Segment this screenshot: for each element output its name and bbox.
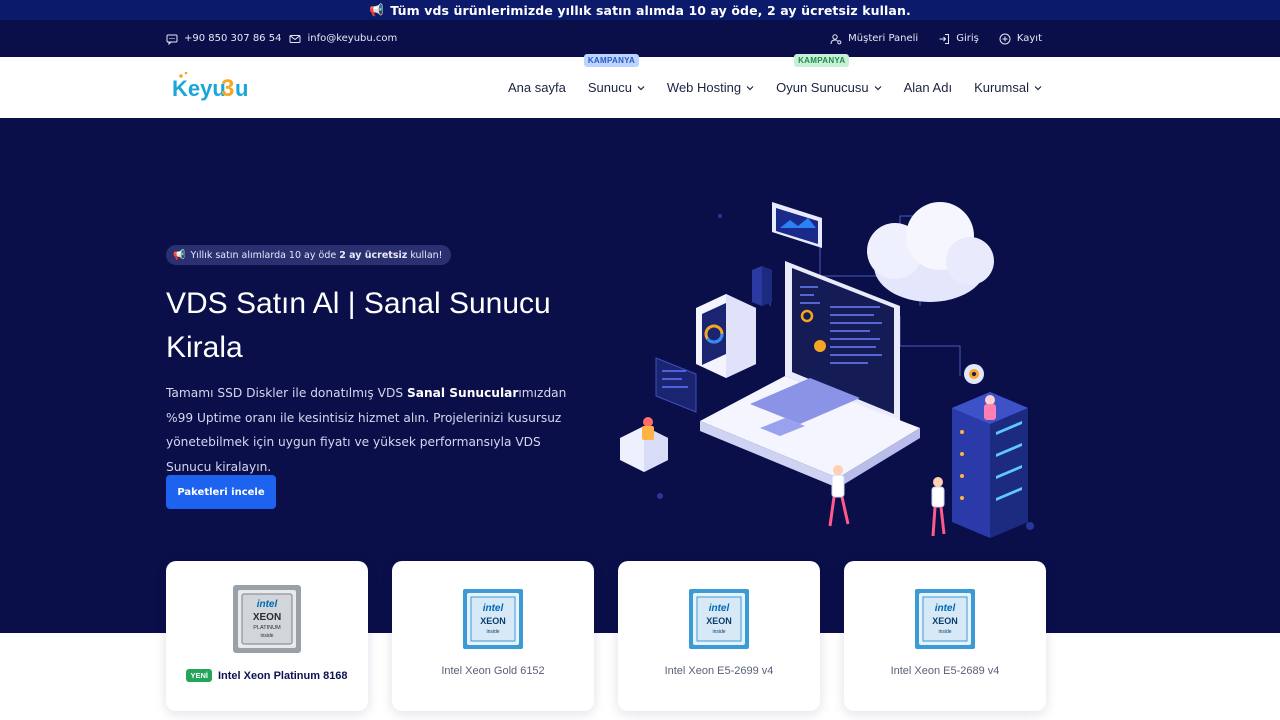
new-badge: YENİ: [186, 669, 212, 682]
register-label: Kayıt: [1016, 33, 1042, 44]
phone-contact[interactable]: +90 850 307 86 54: [166, 33, 281, 45]
chip-platinum-text: PLATINUM: [253, 625, 281, 631]
processor-name: Intel Xeon E5-2689 v4: [890, 665, 1000, 677]
login-label: Giriş: [956, 33, 979, 44]
cloud-shape: [867, 202, 994, 302]
chip-inside-text: inside: [486, 629, 499, 635]
chat-phone-icon: [166, 34, 178, 45]
campaign-badge: KAMPANYA: [794, 54, 850, 67]
chevron-down-icon: [746, 85, 754, 90]
chip-xeon-text: XEON: [932, 616, 958, 626]
pill-text-bold: 2 ay ücretsiz: [339, 249, 408, 261]
hero-illustration: [620, 202, 1034, 538]
chevron-down-icon: [637, 85, 645, 90]
nav-server[interactable]: KAMPANYA Sunucu: [583, 54, 645, 95]
register-link[interactable]: Kayıt: [999, 33, 1042, 45]
processor-name: Intel Xeon E5-2699 v4: [664, 665, 774, 677]
processor-card[interactable]: intel XEON inside Intel Xeon E5-2689 v4: [844, 561, 1046, 711]
chip-intel-text: intel: [257, 599, 278, 610]
hero-desc-bold: Sanal Sunucular: [406, 386, 519, 400]
processor-name: Intel Xeon Gold 6152: [441, 665, 545, 677]
server-rack-shape: [952, 392, 1028, 538]
login-link[interactable]: Giriş: [938, 33, 979, 45]
intel-xeon-chip-icon: intel XEON inside: [463, 589, 523, 649]
chip-inside-text: inside: [712, 629, 725, 635]
customer-panel-label: Müşteri Paneli: [848, 33, 919, 44]
nav-home-label: Ana sayfa: [508, 80, 566, 95]
chip-xeon-text: XEON: [480, 616, 506, 626]
nav-web-hosting[interactable]: Web Hosting: [667, 80, 754, 95]
login-icon: [939, 33, 950, 44]
nav-domain[interactable]: Alan Adı: [904, 80, 952, 95]
processor-name-text: Intel Xeon Platinum 8168: [217, 669, 348, 682]
nav-corporate[interactable]: Kurumsal: [974, 80, 1042, 95]
nav-web-hosting-label: Web Hosting: [666, 80, 742, 95]
nav-game-server[interactable]: KAMPANYA Oyun Sunucusu: [776, 54, 882, 95]
promo-bar: 📢 Tüm vds ürünlerimizde yıllık satın alı…: [0, 0, 1280, 20]
pill-text-post: kullan!: [410, 249, 443, 261]
chip-xeon-text: XEON: [253, 612, 281, 623]
email-address: info@keyubu.com: [307, 33, 398, 44]
chevron-down-icon: [1034, 85, 1042, 90]
nav-domain-label: Alan Adı: [903, 80, 953, 95]
user-cog-icon: [830, 33, 842, 44]
hero-desc-pre: Tamamı SSD Diskler ile donatılmış VDS: [166, 386, 404, 400]
intel-xeon-chip-icon: intel XEON inside: [689, 589, 749, 649]
promo-text: Tüm vds ürünlerimizde yıllık satın alımd…: [390, 2, 911, 18]
processor-card[interactable]: intel XEON inside Intel Xeon Gold 6152: [392, 561, 594, 711]
chip-intel-text: intel: [483, 603, 504, 614]
megaphone-icon: 📢: [369, 3, 385, 17]
top-bar: +90 850 307 86 54 info@keyubu.com Müşter…: [0, 20, 1280, 57]
campaign-pill: 📢 Yıllık satın alımlarda 10 ay öde 2 ay …: [166, 245, 452, 265]
hero-title: VDS Satın Al | Sanal Sunucu Kirala: [166, 287, 551, 364]
chip-xeon-text: XEON: [706, 616, 732, 626]
pill-text: Yıllık satın alımlarda 10 ay öde 2 ay üc…: [190, 250, 442, 261]
campaign-badge: KAMPANYA: [583, 54, 640, 67]
nav-server-label: Sunucu: [587, 80, 632, 95]
keyubu-logo[interactable]: Keyu 3 u: [172, 70, 256, 104]
svg-text:u: u: [235, 76, 248, 101]
chip-inside-text: inside: [260, 633, 273, 639]
nav-corporate-label: Kurumsal: [974, 80, 1029, 95]
chip-inside-text: inside: [938, 629, 951, 635]
hero-section: 📢 Yıllık satın alımlarda 10 ay öde 2 ay …: [0, 118, 1280, 633]
customer-panel-link[interactable]: Müşteri Paneli: [830, 33, 918, 45]
view-packages-button[interactable]: Paketleri incele: [166, 475, 276, 509]
main-navbar: Keyu 3 u Ana sayfa KAMPANYA Sunucu Web H…: [0, 54, 1280, 118]
megaphone-icon: 📢: [173, 249, 186, 261]
phone-number: +90 850 307 86 54: [184, 33, 282, 44]
processor-card[interactable]: intel XEON inside Intel Xeon E5-2699 v4: [618, 561, 820, 711]
processor-cards: intel XEON PLATINUM inside YENİ Intel Xe…: [166, 561, 1046, 711]
primary-nav: Ana sayfa KAMPANYA Sunucu Web Hosting KA…: [508, 54, 1064, 118]
plus-circle-icon: [999, 33, 1011, 44]
chip-intel-text: intel: [935, 603, 956, 614]
processor-name: YENİ Intel Xeon Platinum 8168: [166, 669, 368, 682]
chevron-down-icon: [874, 85, 882, 90]
chip-intel-text: intel: [709, 603, 730, 614]
processor-card[interactable]: intel XEON PLATINUM inside YENİ Intel Xe…: [166, 561, 368, 711]
nav-game-server-label: Oyun Sunucusu: [776, 80, 869, 95]
intel-xeon-platinum-chip-icon: intel XEON PLATINUM inside: [233, 585, 301, 653]
pill-text-pre: Yıllık satın alımlarda 10 ay öde: [190, 249, 337, 261]
hero-description: Tamamı SSD Diskler ile donatılmış VDS Sa…: [166, 381, 586, 479]
svg-text:3: 3: [221, 75, 234, 102]
mail-icon: [289, 34, 301, 43]
email-contact[interactable]: info@keyubu.com: [289, 33, 397, 45]
svg-text:Keyu: Keyu: [172, 76, 226, 101]
nav-home[interactable]: Ana sayfa: [508, 80, 566, 95]
intel-xeon-chip-icon: intel XEON inside: [915, 589, 975, 649]
